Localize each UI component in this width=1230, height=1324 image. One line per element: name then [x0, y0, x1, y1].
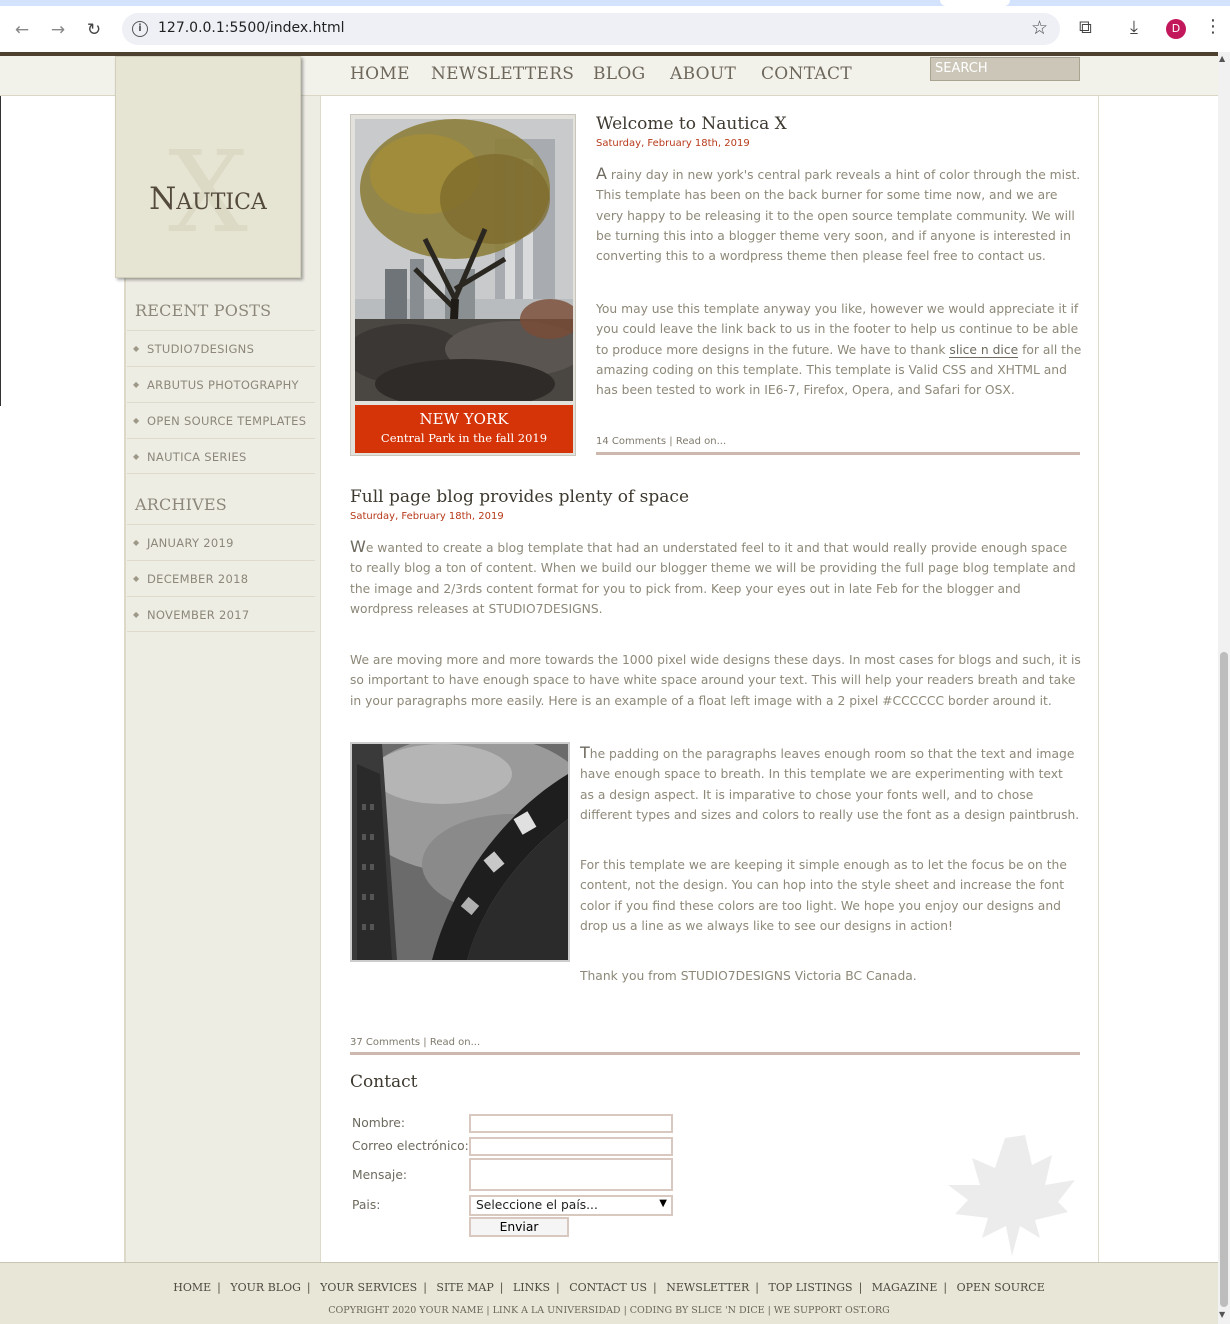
country-selected: Seleccione el país...: [476, 1198, 598, 1212]
post-paragraph: We are moving more and more towards the …: [350, 653, 1081, 708]
footer-link-your-blog[interactable]: YOUR BLOG: [224, 1281, 307, 1294]
recent-posts-list: ◆ STUDIO7DESIGNS ◆ ARBUTUS PHOTOGRAPHY ◆ OP…: [127, 330, 315, 474]
content-border: [1098, 96, 1099, 1262]
page-scrollbar[interactable]: ▲ ▼: [1218, 52, 1230, 1324]
footer-link-newsletter[interactable]: NEWSLETTER: [660, 1281, 755, 1294]
footer-link-your-services[interactable]: YOUR SERVICES: [314, 1281, 423, 1294]
archives-heading: ARCHIVES: [135, 495, 227, 514]
bullet-icon: ◆: [133, 416, 140, 425]
post-meta: 14 Comments | Read on...: [596, 436, 727, 447]
footer-link-open-source[interactable]: OPEN SOURCE: [951, 1281, 1051, 1294]
post-paragraph: A rainy day in new york's central park r…: [596, 164, 1081, 264]
message-field[interactable]: [469, 1158, 673, 1191]
slice-n-dice-link[interactable]: slice n dice: [949, 342, 1019, 358]
footer: HOME | YOUR BLOG | YOUR SERVICES | SITE MAP…: [0, 1262, 1218, 1324]
logo-text: Nautica: [149, 181, 267, 217]
search-input[interactable]: SEARCH: [930, 57, 1080, 81]
comments-link[interactable]: 14 Comments: [596, 436, 666, 447]
nav-home[interactable]: HOME: [350, 64, 410, 84]
building-photo: [350, 742, 570, 962]
post-paragraph: The padding on the paragraphs leaves eno…: [580, 743, 1080, 822]
site-logo[interactable]: X Nautica: [115, 56, 301, 278]
post-paragraph: We wanted to create a blog template that…: [350, 537, 1076, 616]
reload-icon[interactable]: ↻: [82, 18, 106, 42]
footer-link-home[interactable]: HOME: [167, 1281, 217, 1294]
read-on-link[interactable]: Read on...: [430, 1037, 480, 1048]
recent-posts-heading: RECENT POSTS: [135, 301, 272, 320]
maple-leaf-icon: [940, 1130, 1080, 1264]
chevron-down-icon: ▼: [659, 1198, 667, 1209]
copyright-text: COPYRIGHT 2020 YOUR NAME | LINK A LA UNI…: [328, 1305, 890, 1316]
post-meta: 37 Comments | Read on...: [350, 1037, 481, 1048]
back-icon[interactable]: ←: [10, 18, 34, 42]
footer-link-links[interactable]: LINKS: [507, 1281, 556, 1294]
profile-avatar[interactable]: D: [1166, 19, 1186, 39]
post-date: Saturday, February 18th, 2019: [596, 138, 750, 149]
footer-link-top-listings[interactable]: TOP LISTINGS: [763, 1281, 859, 1294]
central-park-photo: [355, 119, 573, 401]
feature-photo-card: NEW YORK Central Park in the fall 2019: [350, 114, 576, 456]
footer-link-magazine[interactable]: MAGAZINE: [866, 1281, 944, 1294]
archive-item[interactable]: ◆ JANUARY 2019: [127, 524, 315, 560]
recent-post-item[interactable]: ◆ NAUTICA SERIES: [127, 438, 315, 474]
name-label: Nombre:: [352, 1116, 406, 1130]
scroll-up-icon[interactable]: ▲: [1219, 54, 1225, 63]
download-icon[interactable]: ⤓: [1130, 17, 1138, 38]
archives-list: ◆ JANUARY 2019 ◆ DECEMBER 2018 ◆ NOVEMBER 2…: [127, 524, 315, 632]
message-label: Mensaje:: [352, 1168, 408, 1182]
url-text[interactable]: 127.0.0.1:5500/index.html: [158, 20, 345, 36]
nav-contact[interactable]: CONTACT: [761, 64, 852, 84]
footer-link-site-map[interactable]: SITE MAP: [430, 1281, 499, 1294]
archive-item[interactable]: ◆ DECEMBER 2018: [127, 560, 315, 596]
bullet-icon: ◆: [133, 574, 140, 583]
scroll-thumb[interactable]: [1220, 652, 1228, 1307]
photo-caption: NEW YORK Central Park in the fall 2019: [355, 405, 573, 453]
site-info-icon[interactable]: i: [132, 21, 148, 37]
bullet-icon: ◆: [133, 380, 140, 389]
nav-about[interactable]: ABOUT: [670, 64, 736, 84]
caption-subtitle: Central Park in the fall 2019: [380, 431, 548, 445]
email-field[interactable]: [469, 1137, 673, 1156]
post-divider: [350, 1052, 1080, 1055]
post-paragraph: You may use this template anyway you lik…: [596, 302, 1082, 398]
country-label: Pais:: [352, 1198, 381, 1212]
footer-links: HOME | YOUR BLOG | YOUR SERVICES | SITE MAP…: [0, 1281, 1218, 1294]
post-divider: [596, 452, 1080, 455]
browser-toolbar: ← → ↻ i 127.0.0.1:5500/index.html ☆ ⧉ ⤓ …: [0, 6, 1230, 52]
post-title[interactable]: Full page blog provides plenty of space: [350, 487, 689, 507]
post-date: Saturday, February 18th, 2019: [350, 511, 504, 522]
recent-post-item[interactable]: ◆ OPEN SOURCE TEMPLATES: [127, 402, 315, 438]
footer-link-contact-us[interactable]: CONTACT US: [563, 1281, 653, 1294]
bullet-icon: ◆: [133, 538, 140, 547]
post-paragraph: Thank you from STUDIO7DESIGNS Victoria B…: [580, 969, 917, 983]
contact-heading: Contact: [350, 1072, 418, 1092]
scroll-down-icon[interactable]: ▼: [1219, 1310, 1225, 1319]
bullet-icon: ◆: [133, 610, 140, 619]
read-on-link[interactable]: Read on...: [676, 436, 726, 447]
forward-icon[interactable]: →: [46, 18, 70, 42]
page-viewport: X Nautica HOME NEWSLETTERS BLOG ABOUT CO…: [0, 52, 1218, 1324]
nav-newsletters[interactable]: NEWSLETTERS: [431, 64, 574, 84]
extensions-icon[interactable]: ⧉: [1079, 17, 1092, 38]
bullet-icon: ◆: [133, 344, 140, 353]
browser-menu-icon[interactable]: ⋮: [1204, 16, 1222, 37]
comments-link[interactable]: 37 Comments: [350, 1037, 420, 1048]
recent-post-item[interactable]: ◆ STUDIO7DESIGNS: [127, 330, 315, 366]
recent-post-item[interactable]: ◆ ARBUTUS PHOTOGRAPHY: [127, 366, 315, 402]
page-edge: [0, 96, 1, 406]
submit-button[interactable]: Enviar: [469, 1217, 569, 1237]
post-title[interactable]: Welcome to Nautica X: [596, 114, 787, 134]
caption-title: NEW YORK: [419, 410, 509, 428]
bookmark-star-icon[interactable]: ☆: [1031, 17, 1048, 39]
country-select[interactable]: Seleccione el país... ▼: [469, 1195, 673, 1216]
name-field[interactable]: [469, 1114, 673, 1133]
archive-item[interactable]: ◆ NOVEMBER 2017: [127, 596, 315, 632]
post-paragraph: For this template we are keeping it simp…: [580, 858, 1067, 933]
bullet-icon: ◆: [133, 452, 140, 461]
email-label: Correo electrónico:: [352, 1139, 469, 1153]
nav-blog[interactable]: BLOG: [593, 64, 646, 84]
address-bar[interactable]: i 127.0.0.1:5500/index.html ☆: [122, 13, 1060, 45]
